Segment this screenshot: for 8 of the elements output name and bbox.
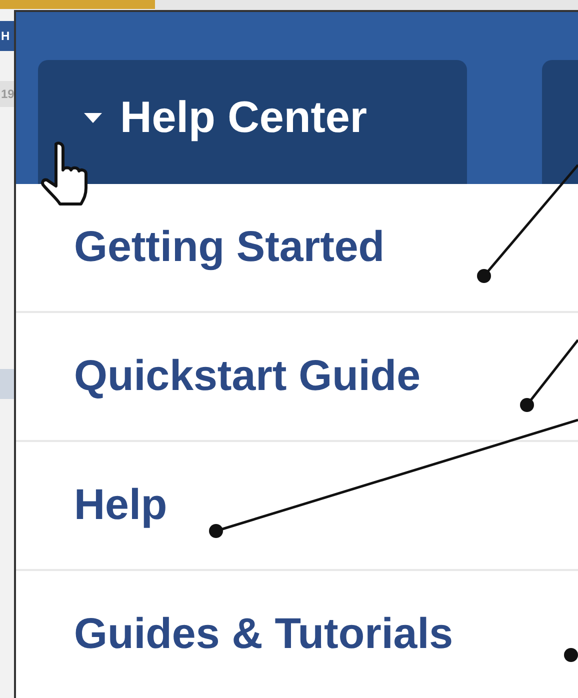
tab[interactable] <box>542 60 578 184</box>
nav-text: H <box>0 29 10 43</box>
field-text: 19 <box>0 87 14 101</box>
help-center-menu-button[interactable]: Help Center <box>38 60 468 184</box>
menu-link[interactable]: Guides & Tutorials <box>74 610 454 659</box>
menu-link[interactable]: Getting Started <box>74 223 385 272</box>
menu-link[interactable]: Quickstart Guide <box>74 352 420 401</box>
menu-link[interactable]: Help <box>74 481 168 530</box>
